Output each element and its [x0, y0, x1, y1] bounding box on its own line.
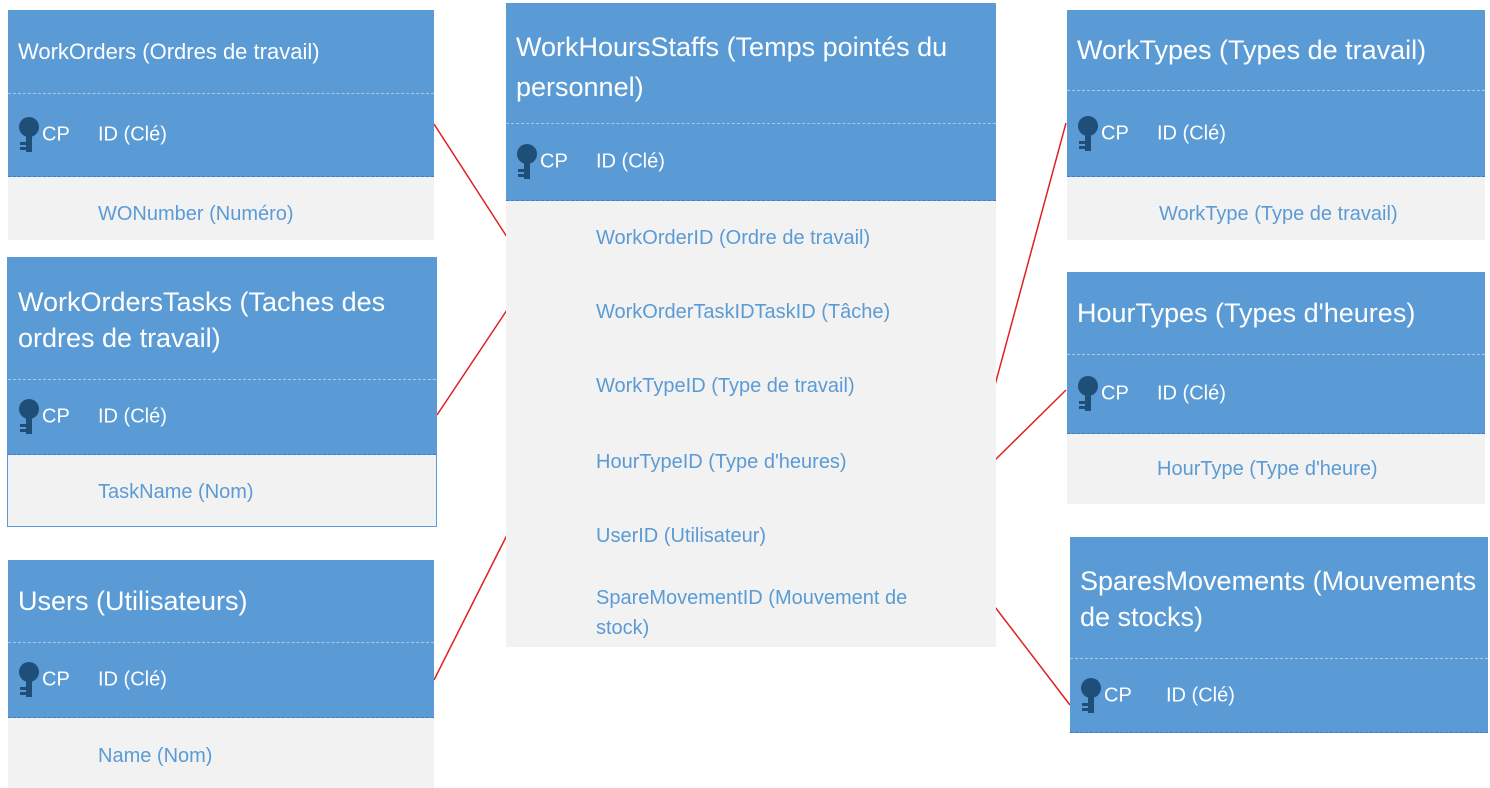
table-title: HourTypes (Types d'heures) [1067, 272, 1485, 354]
table-title: Users (Utilisateurs) [8, 560, 434, 642]
link-hourtypes-staffs [994, 389, 1067, 461]
table-title: WorkOrders (Ordres de travail) [8, 10, 434, 93]
fields-area: HourType (Type d'heure) [1067, 434, 1485, 504]
key-icon [517, 144, 537, 179]
field-row: UserID (Utilisateur) [596, 525, 767, 547]
pk-label: CP [1104, 684, 1132, 706]
table-title: WorkOrdersTasks (Taches des ordres de tr… [8, 258, 436, 379]
fields-area: TaskName (Nom) [8, 455, 436, 526]
field-row: WorkOrderID (Ordre de travail) [596, 227, 871, 249]
fields-area: WorkType (Type de travail) [1067, 177, 1485, 240]
key-icon [1081, 677, 1101, 713]
pk-label: CP [42, 668, 70, 691]
table-title: WorkHoursStaffs (Temps pointés du person… [506, 3, 996, 123]
field-row: HourTypeID (Type d'heures) [596, 451, 847, 473]
primary-key-row: CP ID (Clé) [1067, 354, 1485, 434]
table-workhours-staffs: WorkHoursStaffs (Temps pointés du person… [506, 3, 996, 647]
fields-area: Name (Nom) [8, 718, 434, 788]
link-worktypes-staffs [994, 122, 1067, 386]
pk-label: CP [1101, 382, 1129, 405]
key-icon [19, 117, 39, 152]
table-users: Users (Utilisateurs) CP ID (Clé) Name (N… [8, 560, 434, 788]
primary-key-row: CP ID (Clé) [506, 123, 996, 201]
field-row: WorkOrderTaskIDTaskID (Tâche) [596, 301, 891, 323]
field-row: WorkTypeID (Type de travail) [596, 375, 855, 397]
table-spares-movements: SparesMovements (Mouvements de stocks) C… [1070, 537, 1488, 733]
table-hourtypes: HourTypes (Types d'heures) CP ID (Clé) H… [1067, 272, 1485, 504]
link-users-staffs [433, 534, 508, 681]
link-tasks-staffs [436, 309, 508, 416]
pk-field: ID (Clé) [98, 668, 167, 691]
key-icon [19, 399, 39, 434]
field-row: Name (Nom) [98, 745, 213, 767]
table-workorders: WorkOrders (Ordres de travail) CP ID (Cl… [8, 10, 434, 240]
primary-key-row: CP ID (Clé) [8, 379, 436, 455]
table-title: WorkTypes (Types de travail) [1067, 10, 1485, 90]
pk-label: CP [42, 405, 70, 428]
fields-area: WONumber (Numéro) [8, 177, 434, 240]
pk-field: ID (Clé) [1157, 382, 1226, 405]
field-row: TaskName (Nom) [98, 481, 254, 503]
pk-label: CP [540, 150, 568, 173]
pk-field: ID (Clé) [1157, 122, 1226, 144]
primary-key-row: CP ID (Clé) [1067, 90, 1485, 177]
key-icon [19, 662, 39, 697]
fields-area: WorkOrderID (Ordre de travail) WorkOrder… [506, 201, 996, 647]
pk-field: ID (Clé) [98, 123, 167, 146]
table-worktypes: WorkTypes (Types de travail) CP ID (Clé)… [1067, 10, 1485, 240]
pk-field: ID (Clé) [596, 150, 665, 173]
field-row: SpareMovementID (Mouvement de stock) [596, 587, 908, 639]
pk-label: CP [42, 123, 70, 146]
pk-field: ID (Clé) [98, 405, 167, 428]
key-icon [1078, 115, 1098, 151]
primary-key-row: CP ID (Clé) [1070, 658, 1488, 733]
field-row: WONumber (Numéro) [98, 203, 294, 225]
link-spares-staffs [994, 606, 1071, 706]
key-icon [1078, 376, 1098, 411]
primary-key-row: CP ID (Clé) [8, 642, 434, 718]
table-workorders-tasks: WorkOrdersTasks (Taches des ordres de tr… [7, 257, 437, 527]
link-workorders-staffs [433, 123, 508, 238]
field-row: WorkType (Type de travail) [1159, 203, 1398, 225]
primary-key-row: CP ID (Clé) [8, 93, 434, 177]
pk-label: CP [1101, 122, 1129, 144]
field-row: HourType (Type d'heure) [1157, 458, 1378, 480]
table-title: SparesMovements (Mouvements de stocks) [1070, 537, 1488, 658]
pk-field: ID (Clé) [1166, 684, 1235, 706]
